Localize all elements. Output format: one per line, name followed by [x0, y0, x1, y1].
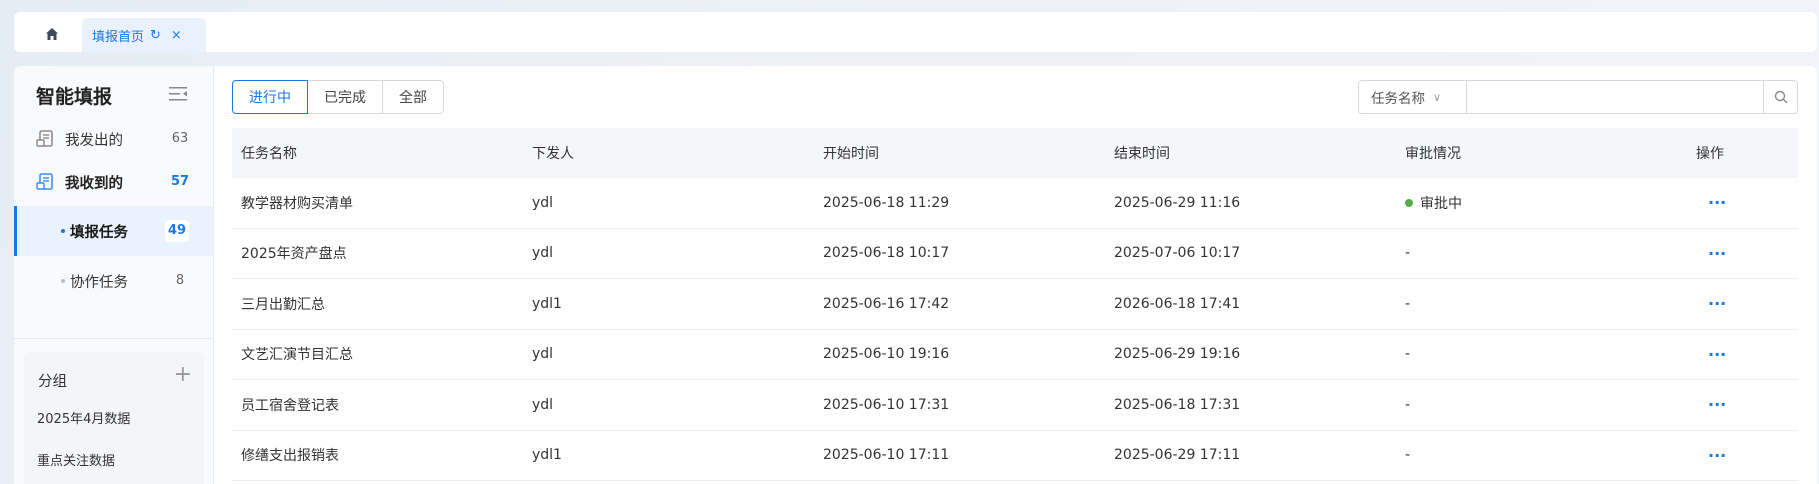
close-icon[interactable]: × — [171, 28, 182, 43]
group-item[interactable]: 重点关注数据 — [37, 450, 115, 469]
more-actions-icon[interactable]: ··· — [1696, 193, 1726, 212]
sidebar: 智能填报 我发出的 63 我收到的 57 填报任务 49 协作任务 8 分组 +… — [14, 66, 214, 484]
approval-status: - — [1405, 295, 1411, 312]
issuer: ydl1 — [532, 295, 562, 312]
task-name[interactable]: 文艺汇演节目汇总 — [232, 344, 523, 364]
actions-cell: ··· — [1687, 395, 1798, 414]
issuer: ydl — [532, 245, 554, 262]
count-badge: 63 — [171, 131, 189, 146]
divider — [14, 338, 213, 339]
count-badge: 49 — [165, 220, 189, 242]
search-icon[interactable] — [1763, 81, 1797, 113]
end-time: 2026-06-18 17:41 — [1114, 295, 1241, 312]
task-name[interactable]: 教学器材购买清单 — [232, 193, 523, 213]
issuer: ydl1 — [532, 447, 562, 464]
start-time: 2025-06-10 19:16 — [823, 346, 950, 363]
table-row[interactable]: 三月出勤汇总 ydl1 2025-06-16 17:42 2026-06-18 … — [232, 279, 1798, 330]
actions-cell: ··· — [1687, 244, 1798, 263]
issuer: ydl — [532, 346, 554, 363]
approval-status: - — [1405, 396, 1411, 413]
table-header: 任务名称 下发人 开始时间 结束时间 审批情况 操作 — [232, 128, 1798, 178]
add-group-icon[interactable]: + — [174, 364, 192, 386]
table-row[interactable]: 文艺汇演节目汇总 ydl 2025-06-10 19:16 2025-06-29… — [232, 330, 1798, 380]
more-actions-icon[interactable]: ··· — [1696, 345, 1726, 364]
table-row[interactable]: 员工宿舍登记表 ydl 2025-06-10 17:31 2025-06-18 … — [232, 380, 1798, 431]
group-item[interactable]: 2025年4月数据 — [37, 408, 130, 427]
task-table: 任务名称 下发人 开始时间 结束时间 审批情况 操作 教学器材购买清单 ydl … — [232, 128, 1798, 481]
start-time: 2025-06-10 17:11 — [823, 447, 950, 464]
sidebar-item-fill-tasks[interactable]: 填报任务 49 — [14, 206, 213, 256]
actions-cell: ··· — [1687, 446, 1798, 465]
end-time: 2025-06-29 17:11 — [1114, 447, 1241, 464]
table-row[interactable]: 2025年资产盘点 ydl 2025-06-18 10:17 2025-07-0… — [232, 229, 1798, 279]
task-name[interactable]: 修缮支出报销表 — [232, 445, 523, 465]
more-actions-icon[interactable]: ··· — [1696, 244, 1726, 263]
task-name[interactable]: 三月出勤汇总 — [232, 294, 523, 314]
issuer: ydl — [532, 396, 554, 413]
sidebar-item-collab-tasks[interactable]: 协作任务 8 — [14, 256, 213, 306]
tab-all[interactable]: 全部 — [382, 80, 444, 114]
task-name[interactable]: 员工宿舍登记表 — [232, 395, 523, 415]
document-send-icon — [36, 129, 56, 149]
search-field-label: 任务名称 — [1371, 91, 1425, 107]
column-header: 任务名称 — [241, 146, 297, 162]
search-input[interactable] — [1467, 81, 1763, 113]
collapse-menu-icon[interactable] — [168, 84, 188, 104]
end-time: 2025-06-29 19:16 — [1114, 346, 1241, 363]
search-field-select[interactable]: 任务名称 ∨ — [1359, 81, 1467, 113]
reload-icon[interactable]: ↻ — [150, 28, 161, 43]
main-panel: 进行中 已完成 全部 任务名称 ∨ 任务名称 下发人 开始时间 结束时间 审批情… — [214, 66, 1817, 484]
search-bar: 任务名称 ∨ — [1358, 80, 1798, 114]
column-header: 结束时间 — [1114, 146, 1170, 162]
bullet-icon — [61, 229, 65, 233]
end-time: 2025-06-29 11:16 — [1114, 194, 1241, 211]
approval-status: - — [1405, 245, 1411, 262]
start-time: 2025-06-18 11:29 — [823, 194, 950, 211]
document-receive-icon — [36, 172, 56, 192]
group-title: 分组 — [38, 374, 67, 390]
bullet-icon — [61, 279, 65, 283]
sidebar-item-label: 协作任务 — [70, 275, 128, 291]
sidebar-item-received[interactable]: 我收到的 57 — [14, 157, 213, 207]
count-badge: 57 — [170, 174, 190, 189]
tab-bar: 填报首页 ↻ × — [14, 12, 1817, 52]
group-panel: 分组 + 2025年4月数据 重点关注数据 — [24, 352, 204, 484]
approval-status: - — [1405, 346, 1411, 363]
tab-completed[interactable]: 已完成 — [307, 80, 383, 114]
column-header: 开始时间 — [823, 146, 879, 162]
status-filter-tabs: 进行中 已完成 全部 — [232, 80, 444, 114]
tab-home-page[interactable]: 填报首页 ↻ × — [82, 18, 206, 52]
actions-cell: ··· — [1687, 193, 1798, 212]
status-dot-icon — [1405, 198, 1413, 207]
end-time: 2025-06-18 17:31 — [1114, 396, 1241, 413]
column-header: 下发人 — [532, 146, 574, 162]
status-text: 审批中 — [1420, 195, 1462, 212]
home-icon[interactable] — [44, 26, 60, 42]
task-name[interactable]: 2025年资产盘点 — [232, 243, 523, 263]
end-time: 2025-07-06 10:17 — [1114, 245, 1241, 262]
issuer: ydl — [532, 194, 554, 211]
actions-cell: ··· — [1687, 345, 1798, 364]
more-actions-icon[interactable]: ··· — [1696, 294, 1726, 313]
count-badge: 8 — [175, 273, 185, 288]
more-actions-icon[interactable]: ··· — [1696, 395, 1726, 414]
tab-label: 填报首页 — [92, 29, 145, 45]
table-row[interactable]: 修缮支出报销表 ydl1 2025-06-10 17:11 2025-06-29… — [232, 431, 1798, 481]
actions-cell: ··· — [1687, 294, 1798, 313]
sidebar-title: 智能填报 — [36, 86, 113, 108]
table-row[interactable]: 教学器材购买清单 ydl 2025-06-18 11:29 2025-06-29… — [232, 178, 1798, 229]
approval-status: - — [1405, 447, 1411, 464]
start-time: 2025-06-18 10:17 — [823, 245, 950, 262]
more-actions-icon[interactable]: ··· — [1696, 446, 1726, 465]
sidebar-item-label: 我收到的 — [65, 176, 123, 192]
sidebar-item-label: 我发出的 — [65, 133, 123, 149]
start-time: 2025-06-10 17:31 — [823, 396, 950, 413]
chevron-down-icon: ∨ — [1433, 90, 1442, 104]
column-header: 审批情况 — [1405, 146, 1461, 162]
tab-in-progress[interactable]: 进行中 — [232, 80, 308, 114]
start-time: 2025-06-16 17:42 — [823, 295, 950, 312]
approval-status: 审批中 — [1396, 193, 1687, 213]
column-header: 操作 — [1696, 146, 1724, 162]
sidebar-item-label: 填报任务 — [70, 225, 128, 241]
